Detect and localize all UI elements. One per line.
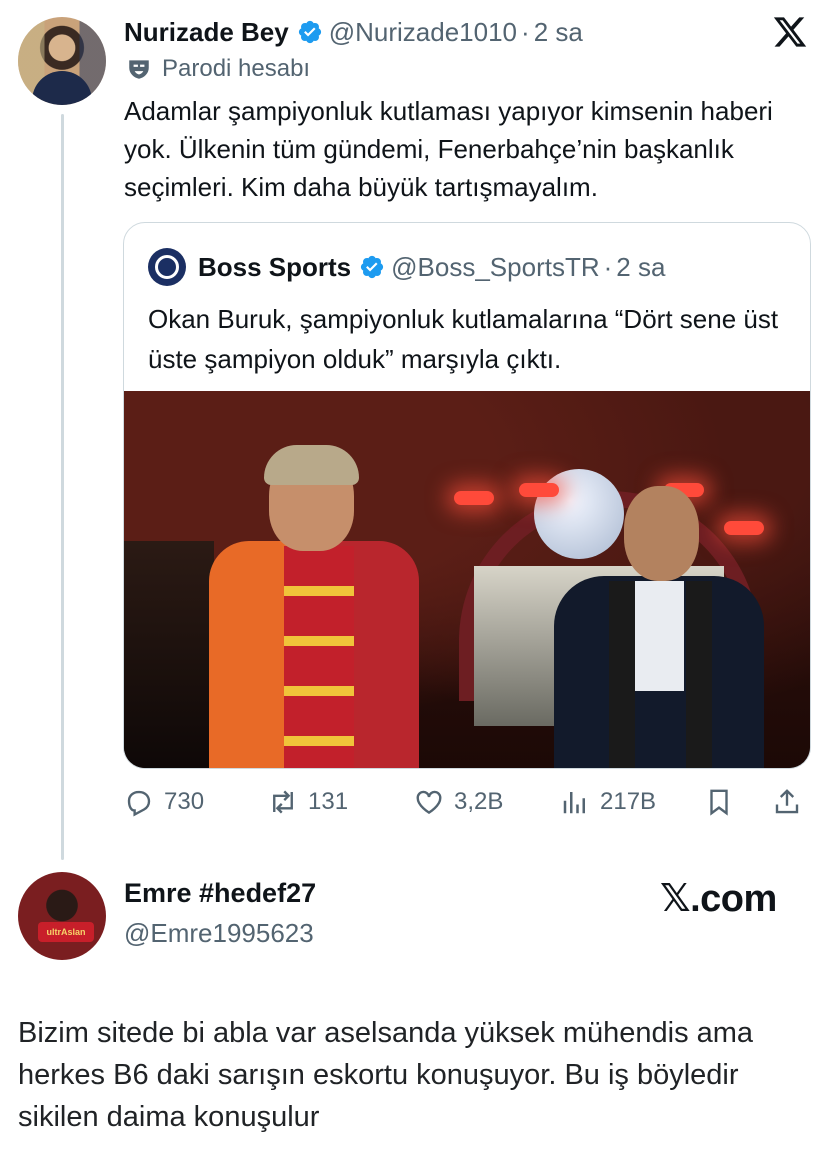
tweet-timestamp[interactable]: 2 sa xyxy=(534,17,583,48)
quoted-author-handle[interactable]: @Boss_SportsTR xyxy=(391,252,599,283)
quoted-author-name[interactable]: Boss Sports xyxy=(198,252,351,283)
reply-author-name[interactable]: Emre #hedef27 xyxy=(124,878,316,909)
bookmark-button[interactable] xyxy=(704,782,744,822)
tweet-action-bar: 730 131 3,2B 217B xyxy=(124,782,814,822)
author-handle[interactable]: @Nurizade1010 xyxy=(329,17,517,48)
views-button[interactable]: 217B xyxy=(560,782,656,822)
author-name[interactable]: Nurizade Bey xyxy=(124,17,289,48)
separator-dot: · xyxy=(603,251,613,282)
verified-icon xyxy=(361,255,384,279)
quoted-tweet-timestamp[interactable]: 2 sa xyxy=(616,252,665,283)
repost-button[interactable]: 131 xyxy=(268,782,348,822)
reply-author-handle[interactable]: @Emre1995623 xyxy=(124,918,314,949)
parody-mask-icon xyxy=(129,60,149,79)
reply-button[interactable]: 730 xyxy=(124,782,204,822)
share-button[interactable] xyxy=(772,782,812,822)
reply-count: 730 xyxy=(164,788,205,815)
reply-author-avatar[interactable]: ultrAslan xyxy=(18,872,106,960)
thread-connector-line xyxy=(61,114,64,860)
repost-icon xyxy=(273,790,293,814)
tweet-body: Adamlar şampiyonluk kutlaması yapıyor ki… xyxy=(124,96,773,202)
separator-dot: · xyxy=(521,16,530,47)
author-avatar[interactable] xyxy=(18,17,106,105)
like-button[interactable]: 3,2B xyxy=(414,782,503,822)
share-icon xyxy=(775,789,799,814)
quoted-tweet-photo[interactable] xyxy=(124,391,810,768)
parody-label: Parodi hesabı xyxy=(162,55,311,82)
quoted-tweet-header: Boss Sports @Boss_SportsTR · 2 sa xyxy=(198,249,665,285)
reply-icon xyxy=(127,790,151,817)
quoted-tweet-card[interactable]: Boss Sports @Boss_SportsTR · 2 sa Okan B… xyxy=(123,222,811,769)
like-icon xyxy=(416,790,442,815)
quoted-tweet-body: Okan Buruk, şampiyonluk kutlamalarına “D… xyxy=(148,304,779,374)
views-count: 217B xyxy=(600,788,657,815)
verified-icon xyxy=(298,20,321,44)
x-com-watermark: 𝕏.com xyxy=(660,878,777,920)
x-logo-icon[interactable] xyxy=(772,14,808,50)
reply-body: Bizim sitede bi abla var aselsanda yükse… xyxy=(18,1017,754,1133)
tweet-header: Nurizade Bey @Nurizade1010 · 2 sa xyxy=(124,14,583,50)
quoted-author-avatar[interactable] xyxy=(148,248,186,286)
parody-badge: Parodi hesabı xyxy=(126,55,310,83)
like-count: 3,2B xyxy=(454,788,504,815)
views-icon xyxy=(563,792,585,814)
bookmark-icon xyxy=(710,789,728,816)
repost-count: 131 xyxy=(308,788,349,815)
